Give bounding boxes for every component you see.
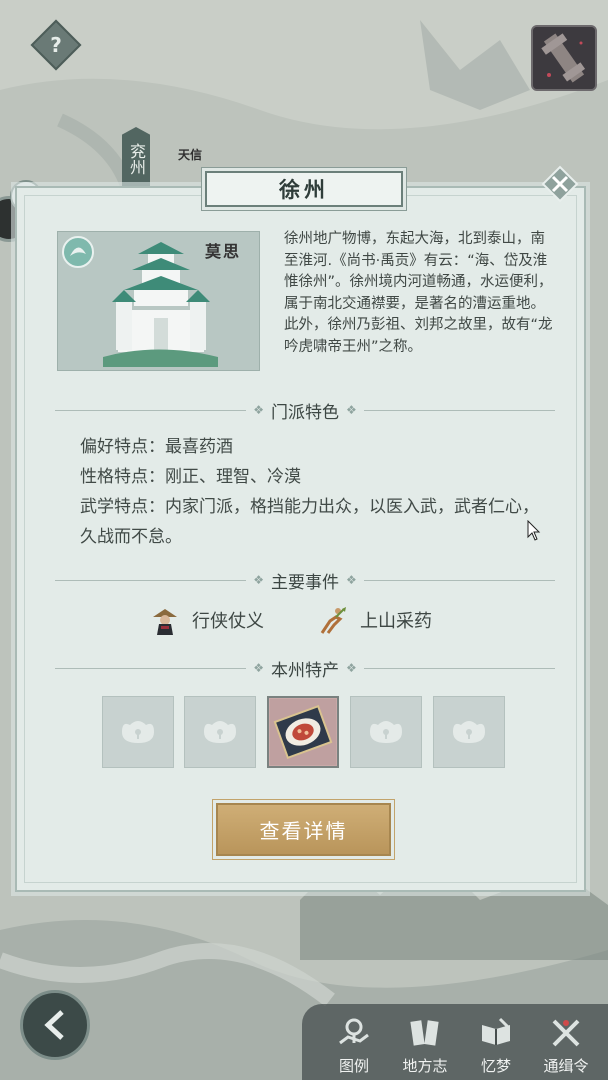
product-slot-1[interactable] xyxy=(102,696,174,768)
nav-wanted-label: 通缉令 xyxy=(543,1057,589,1075)
section-events-title: 主要事件 xyxy=(271,572,339,593)
stone-pillar-icon xyxy=(533,27,595,89)
section-traits-title: 门派特色 xyxy=(271,402,339,423)
local-chronicle-icon xyxy=(410,1020,439,1046)
trait-martial: 武学特点：内家门派，格挡能力出众，以医入武，武者仁心，久战而不怠。 xyxy=(80,497,539,547)
nav-dream[interactable]: 忆梦 xyxy=(466,1010,526,1076)
section-traits-header: ❖ 门派特色 ❖ xyxy=(55,398,555,423)
close-icon[interactable] xyxy=(539,163,581,205)
nav-chronicle[interactable]: 地方志 xyxy=(395,1010,455,1076)
product-slot-4[interactable] xyxy=(350,696,422,768)
herb-gatherer-icon xyxy=(320,607,346,634)
event-herb-gathering[interactable]: 上山采药 xyxy=(318,602,432,638)
question-icon: ? xyxy=(50,33,62,57)
nav-legend[interactable]: 图例 xyxy=(324,1010,384,1076)
lock-icon xyxy=(453,721,485,743)
lock-icon xyxy=(204,721,236,743)
nav-dream-label: 忆梦 xyxy=(480,1057,511,1075)
event-chivalry[interactable]: 行侠仗义 xyxy=(150,602,264,638)
chevron-left-icon xyxy=(44,1010,64,1040)
event-herb-gathering-label: 上山采药 xyxy=(360,611,432,632)
product-slot-5[interactable] xyxy=(433,696,505,768)
product-slot-3[interactable] xyxy=(267,696,339,768)
straw-hat-hero-icon xyxy=(153,609,177,635)
section-products-header: ❖ 本州特产 ❖ xyxy=(55,656,555,681)
dream-book-icon xyxy=(482,1017,510,1045)
map-region-tag[interactable]: 兖州 xyxy=(122,127,150,191)
nav-chronicle-label: 地方志 xyxy=(402,1057,448,1075)
quest-item-button[interactable] xyxy=(531,25,597,91)
lock-icon xyxy=(122,721,154,743)
section-products-title: 本州特产 xyxy=(271,660,339,681)
cursor-icon xyxy=(527,520,541,541)
city-description: 徐州地广物博，东起大海，北到泰山，南至淮河.《尚书·禹贡》有云：“海、岱及淮惟徐… xyxy=(284,231,553,355)
product-slot-2[interactable] xyxy=(184,696,256,768)
dialog-title: 徐州 xyxy=(279,177,329,202)
trait-preference: 偏好特点：最喜药酒 xyxy=(80,437,233,457)
section-events-header: ❖ 主要事件 ❖ xyxy=(55,568,555,593)
wanted-swords-icon xyxy=(552,1019,580,1047)
lock-icon xyxy=(370,721,402,743)
map-city-label[interactable]: 天信 xyxy=(178,146,202,163)
trait-personality: 性格特点：刚正、理智、冷漠 xyxy=(80,467,301,487)
legend-map-icon xyxy=(339,1018,369,1045)
product-dish-icon xyxy=(270,699,336,765)
dialog-title-plaque: 徐州 xyxy=(205,171,403,207)
city-sign-text: 莫思 xyxy=(205,242,242,261)
nav-legend-label: 图例 xyxy=(338,1057,369,1075)
event-chivalry-label: 行侠仗义 xyxy=(192,611,264,632)
view-details-button[interactable]: 查看详情 xyxy=(216,803,391,856)
nav-wanted[interactable]: 通缉令 xyxy=(536,1010,596,1076)
back-button[interactable] xyxy=(20,990,90,1060)
